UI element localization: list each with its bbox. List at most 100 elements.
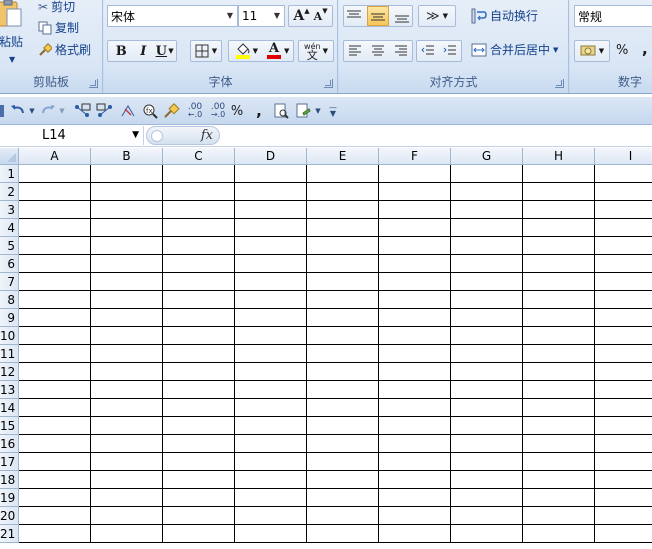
cell-i5[interactable] <box>595 237 652 255</box>
cell-f18[interactable] <box>379 471 451 489</box>
font-dialog-launcher-icon[interactable] <box>324 79 333 88</box>
format-painter-qat-icon[interactable] <box>162 101 182 121</box>
cell-c14[interactable] <box>163 399 235 417</box>
cell-i18[interactable] <box>595 471 652 489</box>
paste-button[interactable]: 粘贴 ▼ <box>0 0 28 64</box>
cell-h17[interactable] <box>523 453 595 471</box>
cell-a4[interactable] <box>19 219 91 237</box>
cell-d13[interactable] <box>235 381 307 399</box>
increase-indent-icon[interactable] <box>443 44 457 58</box>
cell-a20[interactable] <box>19 507 91 525</box>
column-header-a[interactable]: A <box>19 148 91 165</box>
cell-i8[interactable] <box>595 291 652 309</box>
row-header-2[interactable]: 2 <box>0 183 19 201</box>
cell-g16[interactable] <box>451 435 523 453</box>
cell-e1[interactable] <box>307 165 379 183</box>
cell-c4[interactable] <box>163 219 235 237</box>
row-header-20[interactable]: 20 <box>0 507 19 525</box>
column-header-e[interactable]: E <box>307 148 379 165</box>
cell-b20[interactable] <box>91 507 163 525</box>
cell-b5[interactable] <box>91 237 163 255</box>
cell-h1[interactable] <box>523 165 595 183</box>
cell-a6[interactable] <box>19 255 91 273</box>
cell-h8[interactable] <box>523 291 595 309</box>
cell-e2[interactable] <box>307 183 379 201</box>
cell-f12[interactable] <box>379 363 451 381</box>
cell-a14[interactable] <box>19 399 91 417</box>
cell-i14[interactable] <box>595 399 652 417</box>
cell-c12[interactable] <box>163 363 235 381</box>
cell-d2[interactable] <box>235 183 307 201</box>
cell-c10[interactable] <box>163 327 235 345</box>
cell-b3[interactable] <box>91 201 163 219</box>
cell-e14[interactable] <box>307 399 379 417</box>
cell-i15[interactable] <box>595 417 652 435</box>
cell-b11[interactable] <box>91 345 163 363</box>
cell-b1[interactable] <box>91 165 163 183</box>
cell-h21[interactable] <box>523 525 595 543</box>
cell-h5[interactable] <box>523 237 595 255</box>
trace-precedents-icon[interactable] <box>72 101 92 121</box>
cell-c6[interactable] <box>163 255 235 273</box>
cell-b7[interactable] <box>91 273 163 291</box>
undo-icon[interactable] <box>10 101 26 121</box>
percent-qat-button[interactable]: % <box>230 101 244 121</box>
cell-e3[interactable] <box>307 201 379 219</box>
cell-d15[interactable] <box>235 417 307 435</box>
cell-f4[interactable] <box>379 219 451 237</box>
cell-i7[interactable] <box>595 273 652 291</box>
cell-e8[interactable] <box>307 291 379 309</box>
cell-g2[interactable] <box>451 183 523 201</box>
cell-a10[interactable] <box>19 327 91 345</box>
cell-c21[interactable] <box>163 525 235 543</box>
cell-a17[interactable] <box>19 453 91 471</box>
cell-i11[interactable] <box>595 345 652 363</box>
redo-icon[interactable] <box>40 101 56 121</box>
cell-e9[interactable] <box>307 309 379 327</box>
align-top-icon[interactable] <box>346 9 362 23</box>
insert-function-button[interactable]: fx <box>201 127 213 145</box>
paste-dropdown-icon[interactable]: ▼ <box>9 55 15 64</box>
copy-button[interactable]: 复制 <box>38 19 79 36</box>
cell-d11[interactable] <box>235 345 307 363</box>
bold-button[interactable]: B <box>110 44 132 59</box>
merge-center-button[interactable]: 合并后居中 ▼ <box>471 41 558 58</box>
undo-dropdown-icon[interactable]: ▼ <box>28 101 36 121</box>
cell-g5[interactable] <box>451 237 523 255</box>
cell-c2[interactable] <box>163 183 235 201</box>
cell-a1[interactable] <box>19 165 91 183</box>
cell-d10[interactable] <box>235 327 307 345</box>
cell-d14[interactable] <box>235 399 307 417</box>
cell-i3[interactable] <box>595 201 652 219</box>
cell-a21[interactable] <box>19 525 91 543</box>
cell-f15[interactable] <box>379 417 451 435</box>
row-header-14[interactable]: 14 <box>0 399 19 417</box>
cell-c13[interactable] <box>163 381 235 399</box>
cell-e11[interactable] <box>307 345 379 363</box>
accounting-format-button[interactable]: ▼ <box>574 40 610 62</box>
cell-b15[interactable] <box>91 417 163 435</box>
column-header-c[interactable]: C <box>163 148 235 165</box>
cell-e18[interactable] <box>307 471 379 489</box>
align-bottom-icon[interactable] <box>394 9 410 23</box>
column-header-f[interactable]: F <box>379 148 451 165</box>
borders-button[interactable]: ▼ <box>190 40 222 62</box>
cell-h13[interactable] <box>523 381 595 399</box>
cell-e12[interactable] <box>307 363 379 381</box>
orientation-button[interactable]: ≫ ▼ <box>418 5 456 27</box>
cell-e20[interactable] <box>307 507 379 525</box>
cell-g21[interactable] <box>451 525 523 543</box>
cell-h4[interactable] <box>523 219 595 237</box>
cell-b2[interactable] <box>91 183 163 201</box>
cell-b16[interactable] <box>91 435 163 453</box>
redo-dropdown-icon[interactable]: ▼ <box>58 101 66 121</box>
cell-g14[interactable] <box>451 399 523 417</box>
cell-e21[interactable] <box>307 525 379 543</box>
cell-d20[interactable] <box>235 507 307 525</box>
cell-d4[interactable] <box>235 219 307 237</box>
cell-i2[interactable] <box>595 183 652 201</box>
row-header-19[interactable]: 19 <box>0 489 19 507</box>
cell-c11[interactable] <box>163 345 235 363</box>
cell-h7[interactable] <box>523 273 595 291</box>
cell-b10[interactable] <box>91 327 163 345</box>
